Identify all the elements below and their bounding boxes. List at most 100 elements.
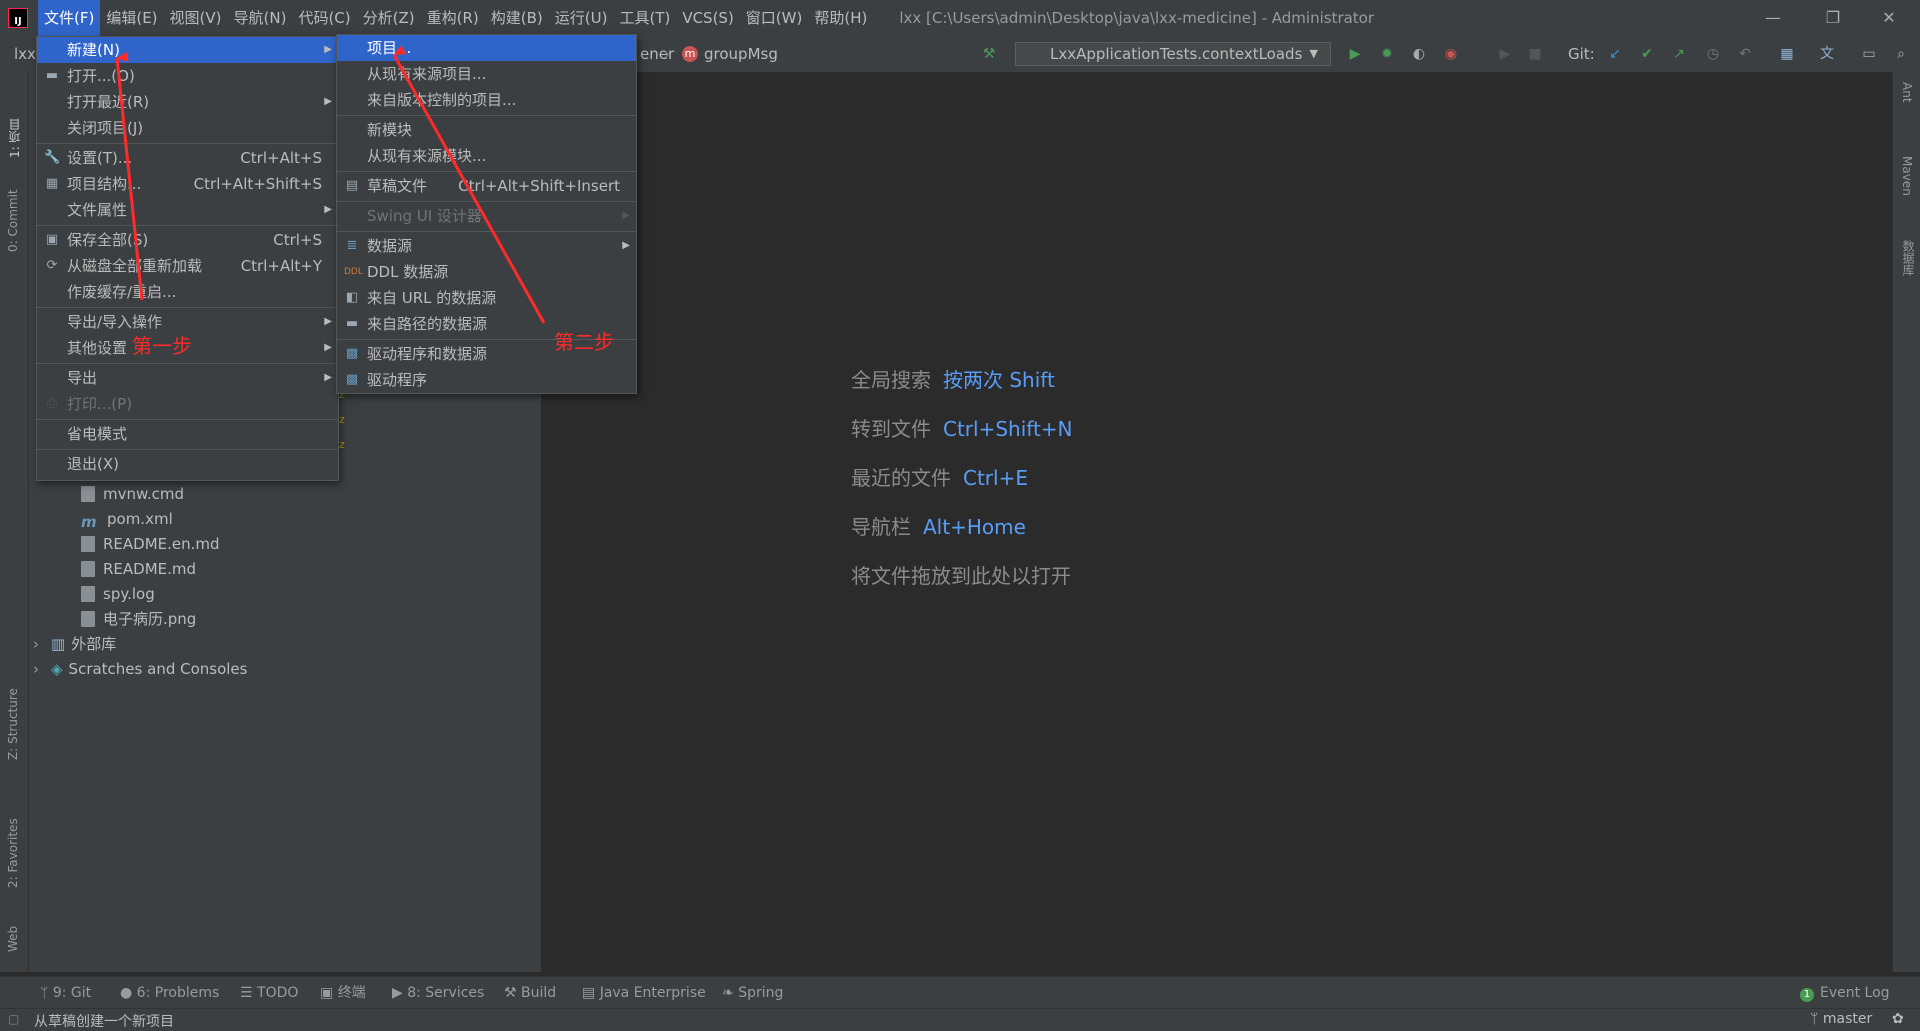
search-icon[interactable]: ⌕ <box>1892 45 1910 63</box>
file-menu-reload-all[interactable]: ⟳ 从磁盘全部重新加载 Ctrl+Alt+Y <box>37 253 338 279</box>
file-menu-settings[interactable]: 🔧 设置(T)... Ctrl+Alt+S <box>37 145 338 171</box>
menu-vcs[interactable]: VCS(S) <box>676 0 739 36</box>
file-menu-power-save[interactable]: 省电模式 <box>37 421 338 447</box>
file-menu-save-all[interactable]: ▣ 保存全部(S) Ctrl+S <box>37 227 338 253</box>
new-menu-project-from-sources[interactable]: 从现有来源项目... <box>337 61 636 87</box>
menu-item-label: 项目... <box>367 39 412 57</box>
tab-java-enterprise[interactable]: ▤ Java Enterprise <box>582 977 706 1009</box>
menu-view[interactable]: 视图(V) <box>164 0 228 36</box>
tab-maven[interactable]: Maven <box>1900 156 1914 226</box>
submenu-arrow-icon: ▶ <box>324 342 332 353</box>
tab-todo[interactable]: ☰ TODO <box>240 977 298 1009</box>
tree-file-pom[interactable]: m pom.xml <box>81 507 173 532</box>
new-menu-url-data-source[interactable]: ◧ 来自 URL 的数据源 <box>337 285 636 311</box>
build-hammer-icon[interactable]: ⚒ <box>980 45 998 63</box>
file-menu-new[interactable]: 新建(N) ▶ <box>37 37 338 63</box>
breadcrumb-separator-icon: › <box>664 45 670 63</box>
status-message: 从草稿创建一个新项目 <box>34 1014 174 1030</box>
scratches-icon: ◈ <box>51 660 63 678</box>
tab-structure[interactable]: Z: Structure <box>6 670 20 760</box>
git-commit-icon[interactable]: ✔ <box>1638 45 1656 63</box>
menu-code[interactable]: 代码(C) <box>292 0 356 36</box>
new-menu-project[interactable]: 项目... <box>337 35 636 61</box>
close-icon[interactable]: ✕ <box>1866 0 1912 36</box>
tree-file-readme[interactable]: README.md <box>81 557 196 582</box>
new-menu-ddl-data-source[interactable]: DDL DDL 数据源 <box>337 259 636 285</box>
tree-file-readme-en[interactable]: README.en.md <box>81 532 220 557</box>
tree-file-spy-log[interactable]: spy.log <box>81 582 155 607</box>
git-branch[interactable]: ᛘ master <box>1810 1011 1872 1027</box>
menu-file[interactable]: 文件(F) <box>38 0 101 36</box>
menu-build[interactable]: 构建(B) <box>485 0 549 36</box>
tab-terminal[interactable]: ▣ 终端 <box>320 977 366 1009</box>
menu-run[interactable]: 运行(U) <box>549 0 614 36</box>
hint-label: 最近的文件 <box>851 466 951 490</box>
tree-file-mvnw[interactable]: mvnw.cmd <box>81 482 184 507</box>
tab-project[interactable]: 1: 项目 <box>6 84 23 159</box>
new-menu-data-source[interactable]: ≣ 数据源 ▶ <box>337 233 636 259</box>
project-structure-icon[interactable]: ▦ <box>1778 45 1796 63</box>
file-menu-invalidate-caches[interactable]: 作废缓存/重启... <box>37 279 338 305</box>
new-menu-module-from-sources[interactable]: 从现有来源模块... <box>337 143 636 169</box>
new-menu-scratch-file[interactable]: ▤ 草稿文件 Ctrl+Alt+Shift+Insert <box>337 173 636 199</box>
tree-file-png[interactable]: 电子病历.png <box>81 607 196 632</box>
presentation-icon[interactable]: ▭ <box>1860 45 1878 63</box>
menu-help[interactable]: 帮助(H) <box>808 0 873 36</box>
tab-spring[interactable]: ❧ Spring <box>722 977 783 1009</box>
menu-window[interactable]: 窗口(W) <box>740 0 809 36</box>
tab-problems[interactable]: ● 6: Problems <box>120 977 219 1009</box>
file-icon <box>81 486 95 502</box>
file-menu-close-project[interactable]: 关闭项目(J) <box>37 115 338 141</box>
menu-analyze[interactable]: 分析(Z) <box>357 0 421 36</box>
tab-services[interactable]: ▶ 8: Services <box>392 977 484 1009</box>
project-breadcrumb[interactable]: lxx <box>14 36 36 72</box>
run-configuration-select[interactable]: LxxApplicationTests.contextLoads ▼ <box>1015 42 1331 66</box>
editor-area[interactable]: 全局搜索 按两次 Shift 转到文件 Ctrl+Shift+N 最近的文件 Ctrl… <box>542 72 1891 972</box>
breadcrumb-file[interactable]: groupMsg <box>704 36 778 72</box>
file-menu-export[interactable]: 导出 ▶ <box>37 365 338 391</box>
tab-git[interactable]: ᛘ 9: Git <box>40 977 91 1009</box>
tree-external-libraries[interactable]: › ▥ 外部库 <box>33 632 116 657</box>
file-menu-exit[interactable]: 退出(X) <box>37 451 338 477</box>
memory-indicator-icon[interactable]: ✿ <box>1892 1011 1904 1027</box>
menu-tools[interactable]: 工具(T) <box>613 0 676 36</box>
tab-favorites[interactable]: 2: Favorites <box>6 798 20 888</box>
hint-recent-files: 最近的文件 Ctrl+E <box>851 462 1028 491</box>
tab-build[interactable]: ⚒ Build <box>504 977 556 1009</box>
file-menu-open[interactable]: ▬ 打开...(O) <box>37 63 338 89</box>
profiler-icon[interactable]: ◉ <box>1442 45 1460 63</box>
history-icon[interactable]: ◷ <box>1704 45 1722 63</box>
status-toggle-icon[interactable]: ▢ <box>8 1012 19 1026</box>
git-label: Git: <box>1568 45 1595 63</box>
rollback-icon[interactable]: ↶ <box>1736 45 1754 63</box>
file-name: pom.xml <box>107 510 173 528</box>
new-menu-driver[interactable]: ▩ 驱动程序 <box>337 367 636 393</box>
tab-database[interactable]: 数据库 <box>1900 240 1917 310</box>
tab-ant[interactable]: Ant <box>1900 82 1914 132</box>
translate-icon[interactable]: 文 <box>1818 45 1836 63</box>
restore-icon[interactable]: ❐ <box>1810 0 1856 36</box>
debug-icon[interactable]: ✹ <box>1378 45 1396 63</box>
menu-navigate[interactable]: 导航(N) <box>228 0 293 36</box>
file-menu-open-recent[interactable]: 打开最近(R) ▶ <box>37 89 338 115</box>
tab-web[interactable]: Web <box>6 912 20 952</box>
new-menu-module[interactable]: 新模块 <box>337 117 636 143</box>
event-log[interactable]: 1 Event Log <box>1800 977 1890 1009</box>
tree-scratches[interactable]: › ◈ Scratches and Consoles <box>33 657 247 682</box>
new-menu-project-from-vcs[interactable]: 来自版本控制的项目... <box>337 87 636 113</box>
menu-item-label: 从磁盘全部重新加载 <box>67 257 203 275</box>
annotation-step1: 第一步 <box>132 334 192 358</box>
git-update-icon[interactable]: ↙ <box>1606 45 1624 63</box>
file-menu-file-properties[interactable]: 文件属性 ▶ <box>37 197 338 223</box>
menu-refactor[interactable]: 重构(R) <box>421 0 485 36</box>
tab-commit[interactable]: 0: Commit <box>6 172 20 252</box>
coverage-icon[interactable]: ◐ <box>1410 45 1428 63</box>
git-push-icon[interactable]: ↗ <box>1670 45 1688 63</box>
menu-shortcut: Ctrl+Alt+Shift+S <box>193 175 322 193</box>
menu-edit[interactable]: 编辑(E) <box>100 0 163 36</box>
chevron-right-icon: › <box>33 660 39 678</box>
minimize-icon[interactable]: — <box>1750 0 1796 36</box>
run-icon[interactable]: ▶ <box>1346 45 1364 63</box>
menu-item-label: 打印...(P) <box>67 395 133 413</box>
file-menu-project-structure[interactable]: ▦ 项目结构... Ctrl+Alt+Shift+S <box>37 171 338 197</box>
